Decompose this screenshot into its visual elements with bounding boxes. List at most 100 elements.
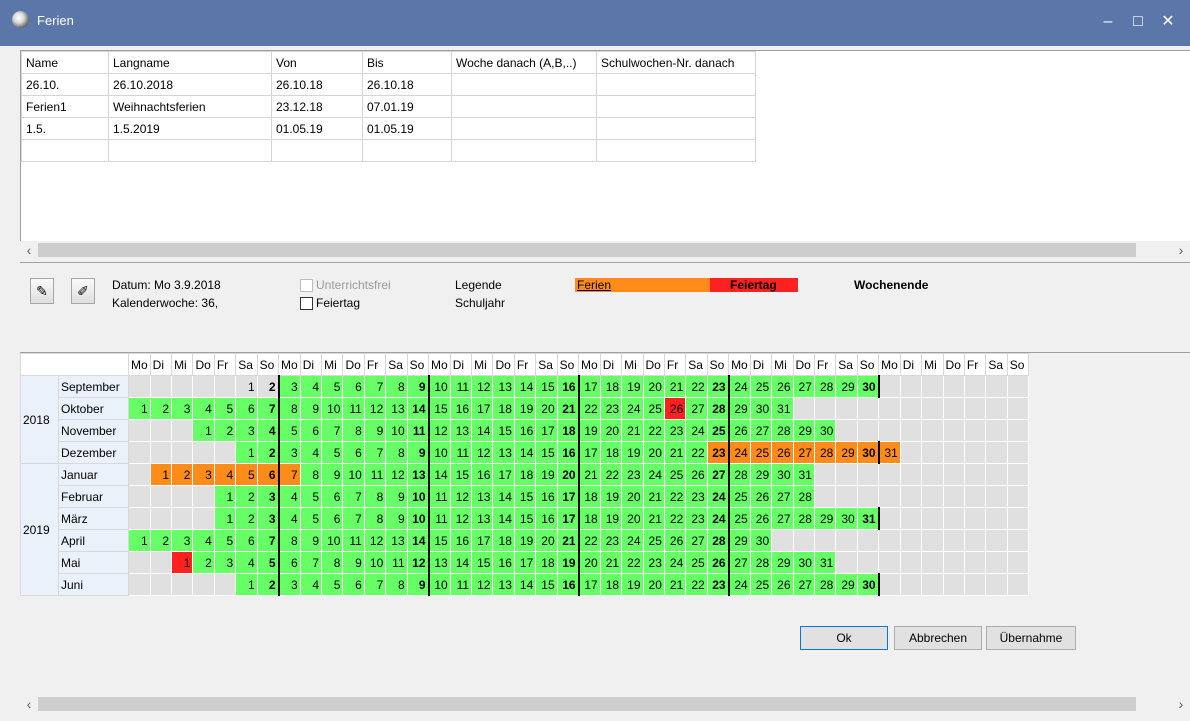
day-cell[interactable]: 29 <box>771 551 794 574</box>
day-cell[interactable]: 16 <box>556 375 580 398</box>
day-cell[interactable]: 9 <box>321 463 344 486</box>
day-cell[interactable]: 29 <box>728 529 751 552</box>
scrollbar-thumb[interactable] <box>38 697 1136 711</box>
day-cell[interactable]: 2 <box>256 573 280 596</box>
day-cell[interactable]: 29 <box>813 507 837 530</box>
table-cell[interactable]: 1.5.2019 <box>108 117 272 140</box>
day-cell[interactable]: 17 <box>578 441 601 464</box>
day-cell[interactable]: 4 <box>192 529 215 552</box>
column-header[interactable]: Name <box>21 51 109 74</box>
day-cell[interactable]: 11 <box>428 507 451 530</box>
day-cell[interactable]: 6 <box>278 551 301 574</box>
day-cell[interactable]: 6 <box>235 529 258 552</box>
table-cell[interactable]: 23.12.18 <box>271 95 363 118</box>
day-cell[interactable]: 18 <box>599 573 623 596</box>
day-cell[interactable]: 27 <box>728 551 751 574</box>
table-cell[interactable]: 07.01.19 <box>362 95 452 118</box>
day-cell[interactable]: 5 <box>213 397 237 420</box>
day-cell[interactable]: 12 <box>471 441 494 464</box>
day-cell[interactable]: 5 <box>278 419 301 442</box>
day-cell[interactable]: 20 <box>642 375 665 398</box>
table-cell[interactable] <box>362 139 452 162</box>
table-cell[interactable] <box>596 95 756 118</box>
close-button[interactable]: ✕ <box>1154 10 1182 34</box>
day-cell[interactable]: 3 <box>235 419 258 442</box>
day-cell[interactable]: 26 <box>706 551 730 574</box>
day-cell[interactable]: 27 <box>792 441 815 464</box>
day-cell[interactable]: 28 <box>813 573 837 596</box>
day-cell[interactable]: 20 <box>642 573 665 596</box>
day-cell[interactable]: 4 <box>299 441 323 464</box>
day-cell[interactable]: 7 <box>256 397 280 420</box>
table-row[interactable] <box>21 139 756 162</box>
day-cell[interactable]: 30 <box>813 419 837 442</box>
day-cell[interactable]: 14 <box>513 375 537 398</box>
day-cell[interactable]: 26 <box>771 441 794 464</box>
day-cell[interactable]: 29 <box>835 573 858 596</box>
day-cell[interactable]: 28 <box>749 551 773 574</box>
day-cell[interactable]: 10 <box>385 419 408 442</box>
day-cell[interactable]: 23 <box>685 507 708 530</box>
day-cell[interactable]: 26 <box>728 419 751 442</box>
day-cell[interactable]: 1 <box>128 529 151 552</box>
feiertag-checkbox[interactable] <box>300 297 313 310</box>
day-cell[interactable]: 28 <box>728 463 751 486</box>
table-cell[interactable]: 26.10.18 <box>271 73 363 96</box>
day-cell[interactable]: 18 <box>492 397 515 420</box>
day-cell[interactable]: 11 <box>342 397 365 420</box>
day-cell[interactable]: 23 <box>599 397 623 420</box>
day-cell[interactable]: 23 <box>663 419 687 442</box>
day-cell[interactable]: 27 <box>685 529 708 552</box>
day-cell[interactable]: 14 <box>406 397 430 420</box>
day-cell[interactable]: 24 <box>706 507 730 530</box>
day-cell[interactable]: 14 <box>513 573 537 596</box>
day-cell[interactable]: 1 <box>171 551 194 574</box>
day-cell[interactable]: 26 <box>749 507 773 530</box>
day-cell[interactable]: 23 <box>642 551 665 574</box>
day-cell[interactable]: 12 <box>471 573 494 596</box>
day-cell[interactable]: 28 <box>706 397 730 420</box>
day-cell[interactable]: 3 <box>256 507 280 530</box>
day-cell[interactable]: 24 <box>685 419 708 442</box>
day-cell[interactable]: 19 <box>578 419 601 442</box>
day-cell[interactable]: 5 <box>321 441 344 464</box>
day-cell[interactable]: 4 <box>299 573 323 596</box>
day-cell[interactable]: 8 <box>278 397 301 420</box>
day-cell[interactable]: 25 <box>685 551 708 574</box>
day-cell[interactable]: 31 <box>856 507 880 530</box>
day-cell[interactable]: 26 <box>771 375 794 398</box>
day-cell[interactable]: 2 <box>235 485 258 508</box>
day-cell[interactable]: 8 <box>299 463 323 486</box>
table-cell[interactable]: 26.10.2018 <box>108 73 272 96</box>
day-cell[interactable]: 26 <box>663 397 687 420</box>
day-cell[interactable]: 12 <box>428 419 451 442</box>
day-cell[interactable]: 16 <box>471 463 494 486</box>
day-cell[interactable]: 6 <box>235 397 258 420</box>
day-cell[interactable]: 17 <box>471 529 494 552</box>
day-cell[interactable]: 24 <box>706 485 730 508</box>
scrollbar-thumb[interactable] <box>38 243 1136 257</box>
table-row[interactable]: 26.10. 26.10.2018 26.10.18 26.10.18 <box>21 73 756 96</box>
day-cell[interactable]: 10 <box>428 441 451 464</box>
day-cell[interactable]: 31 <box>878 441 901 464</box>
table-cell[interactable] <box>596 139 756 162</box>
day-cell[interactable]: 24 <box>642 463 665 486</box>
day-cell[interactable]: 31 <box>792 463 815 486</box>
day-cell[interactable]: 13 <box>471 507 494 530</box>
day-cell[interactable]: 12 <box>406 551 430 574</box>
day-cell[interactable]: 8 <box>342 419 365 442</box>
day-cell[interactable]: 30 <box>856 375 880 398</box>
day-cell[interactable]: 28 <box>813 441 837 464</box>
day-cell[interactable]: 7 <box>342 485 365 508</box>
day-cell[interactable]: 28 <box>706 529 730 552</box>
day-cell[interactable]: 7 <box>363 375 387 398</box>
day-cell[interactable]: 5 <box>321 375 344 398</box>
day-cell[interactable]: 23 <box>706 573 730 596</box>
day-cell[interactable]: 29 <box>835 441 858 464</box>
day-cell[interactable]: 1 <box>213 485 237 508</box>
day-cell[interactable]: 4 <box>213 463 237 486</box>
day-cell[interactable]: 21 <box>663 573 687 596</box>
day-cell[interactable]: 30 <box>749 397 773 420</box>
day-cell[interactable]: 24 <box>663 551 687 574</box>
ok-button[interactable]: Ok <box>800 626 888 650</box>
